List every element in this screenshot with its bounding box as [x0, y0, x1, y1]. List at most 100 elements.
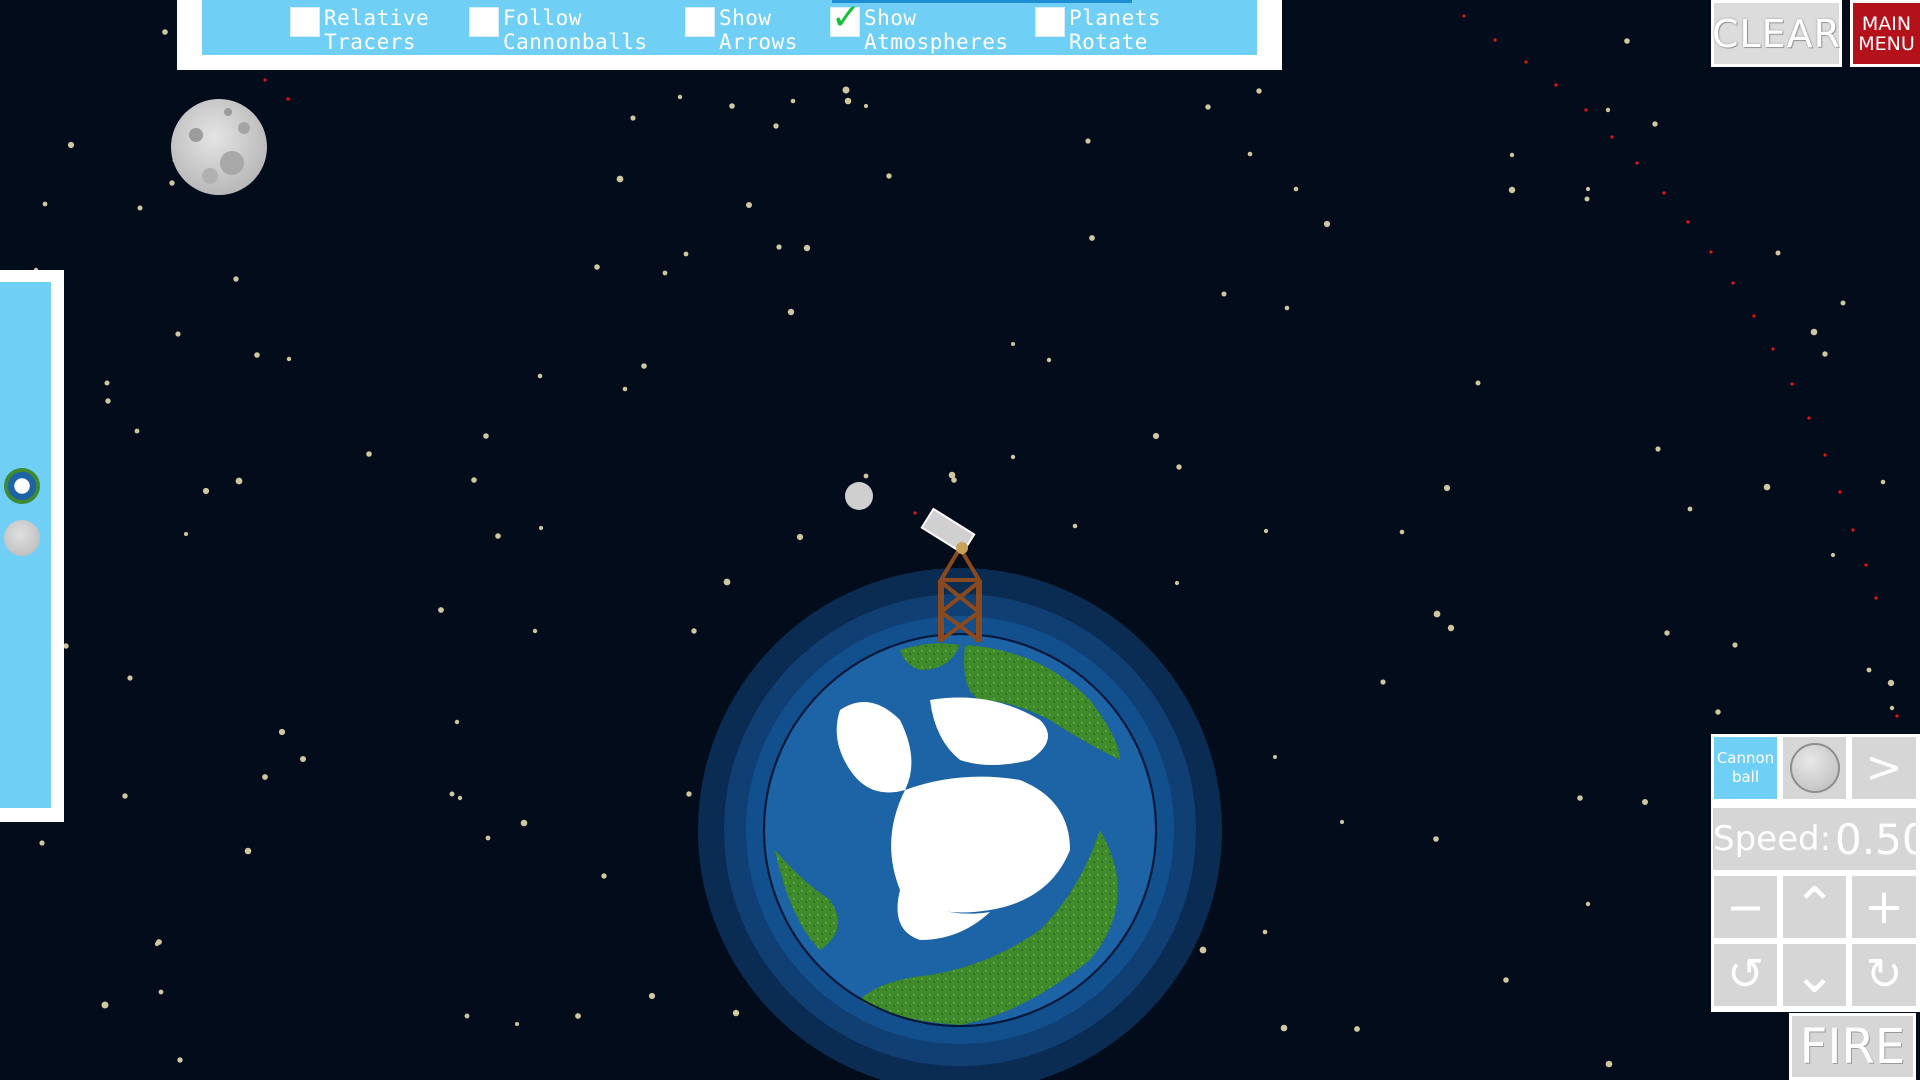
projectile-type-label: Cannon ball: [1716, 749, 1775, 786]
star: [1810, 328, 1818, 336]
cannonball-icon: [1789, 743, 1840, 793]
star: [1687, 506, 1693, 512]
star: [464, 1013, 470, 1019]
star: [1508, 186, 1516, 194]
star: [1763, 483, 1771, 491]
planet-selector-panel: [0, 270, 64, 822]
clear-button[interactable]: CLEAR: [1711, 0, 1842, 67]
tracer-dot: [1838, 490, 1842, 494]
aim-down-button[interactable]: ⌄: [1783, 944, 1846, 1006]
earth[interactable]: [698, 568, 1222, 1080]
option-relative-tracers[interactable]: Relative Tracers: [290, 6, 429, 54]
star: [366, 451, 372, 457]
star: [254, 352, 260, 358]
tracer-dot: [1686, 220, 1690, 224]
star: [39, 840, 45, 846]
star: [1433, 610, 1441, 618]
star: [1605, 107, 1611, 113]
tracer-dot: [1462, 14, 1466, 18]
star: [886, 173, 892, 179]
option-planets-rotate[interactable]: Planets Rotate: [1035, 6, 1161, 54]
star: [648, 992, 656, 1000]
star: [67, 141, 75, 149]
increase-speed-button[interactable]: +: [1852, 876, 1916, 938]
aim-up-button[interactable]: ⌃: [1783, 876, 1846, 938]
star: [438, 607, 444, 613]
star: [1866, 667, 1872, 673]
star: [1176, 464, 1182, 470]
star: [63, 643, 69, 649]
tracer-dot: [1731, 281, 1735, 285]
star: [1354, 1026, 1360, 1032]
star: [1380, 679, 1386, 685]
cannon-icon[interactable]: [920, 507, 976, 555]
checkbox-icon[interactable]: [290, 7, 320, 37]
star: [1475, 380, 1481, 386]
star: [1085, 138, 1091, 144]
star: [732, 1009, 740, 1017]
speed-display: Speed: 0.50: [1713, 808, 1920, 870]
cannonball-select-button[interactable]: [1783, 737, 1846, 799]
star: [1889, 705, 1895, 711]
star: [622, 386, 628, 392]
star: [746, 202, 752, 208]
star: [495, 533, 501, 539]
moon-icon[interactable]: [4, 520, 40, 556]
chevron-down-icon: ⌄: [1792, 945, 1837, 1005]
checkbox-checked-icon[interactable]: ✓: [830, 0, 861, 37]
star: [1046, 357, 1052, 363]
star: [1775, 250, 1781, 256]
star: [601, 873, 607, 879]
checkbox-icon[interactable]: [685, 7, 715, 37]
option-show-arrows[interactable]: Show Arrows: [685, 6, 798, 54]
star: [122, 793, 128, 799]
star: [1221, 291, 1227, 297]
star: [686, 791, 692, 797]
projectile-type-button[interactable]: Cannon ball: [1714, 737, 1777, 799]
star: [1280, 1024, 1288, 1032]
star: [1152, 432, 1160, 440]
star: [457, 795, 463, 801]
rotate-left-button[interactable]: ↺: [1714, 944, 1777, 1006]
star: [1256, 88, 1262, 94]
star: [1655, 446, 1661, 452]
star: [1880, 479, 1886, 485]
tracer-dot: [1635, 161, 1639, 165]
option-show-atmospheres[interactable]: ✓ Show Atmospheres: [830, 0, 1009, 54]
next-projectile-button[interactable]: >: [1852, 737, 1916, 799]
star: [1339, 819, 1345, 825]
star: [175, 331, 181, 337]
star: [158, 989, 164, 995]
star: [1624, 38, 1630, 44]
star: [1652, 121, 1658, 127]
rotate-right-button[interactable]: ↻: [1852, 944, 1916, 1006]
speed-label: Speed:: [1713, 819, 1832, 859]
tracer-dot: [1864, 563, 1868, 567]
star: [1509, 152, 1515, 158]
checkbox-icon[interactable]: [1035, 7, 1065, 37]
star: [177, 1057, 183, 1063]
speed-value: 0.50: [1835, 814, 1920, 864]
checkbox-icon[interactable]: [469, 7, 499, 37]
moon[interactable]: [171, 99, 267, 195]
star: [515, 1022, 519, 1026]
option-follow-cannonballs[interactable]: Follow Cannonballs: [469, 6, 648, 54]
star: [1199, 946, 1207, 954]
star: [1830, 552, 1836, 558]
main-menu-button[interactable]: MAIN MENU: [1850, 0, 1920, 67]
star: [532, 628, 538, 634]
earth-icon[interactable]: [4, 468, 40, 504]
star: [202, 487, 210, 495]
options-bar: Relative Tracers Follow Cannonballs Show…: [177, 0, 1282, 70]
star: [787, 308, 795, 316]
rotate-cw-icon: ↻: [1865, 949, 1903, 1000]
decrease-speed-button[interactable]: −: [1714, 876, 1777, 938]
star: [42, 201, 48, 207]
options-bar-panel: Relative Tracers Follow Cannonballs Show…: [202, 0, 1257, 55]
fire-button[interactable]: FIRE: [1789, 1013, 1916, 1080]
star: [1273, 755, 1277, 759]
star: [1174, 580, 1180, 586]
star: [1205, 104, 1211, 110]
star: [1293, 186, 1299, 192]
star: [1664, 630, 1670, 636]
